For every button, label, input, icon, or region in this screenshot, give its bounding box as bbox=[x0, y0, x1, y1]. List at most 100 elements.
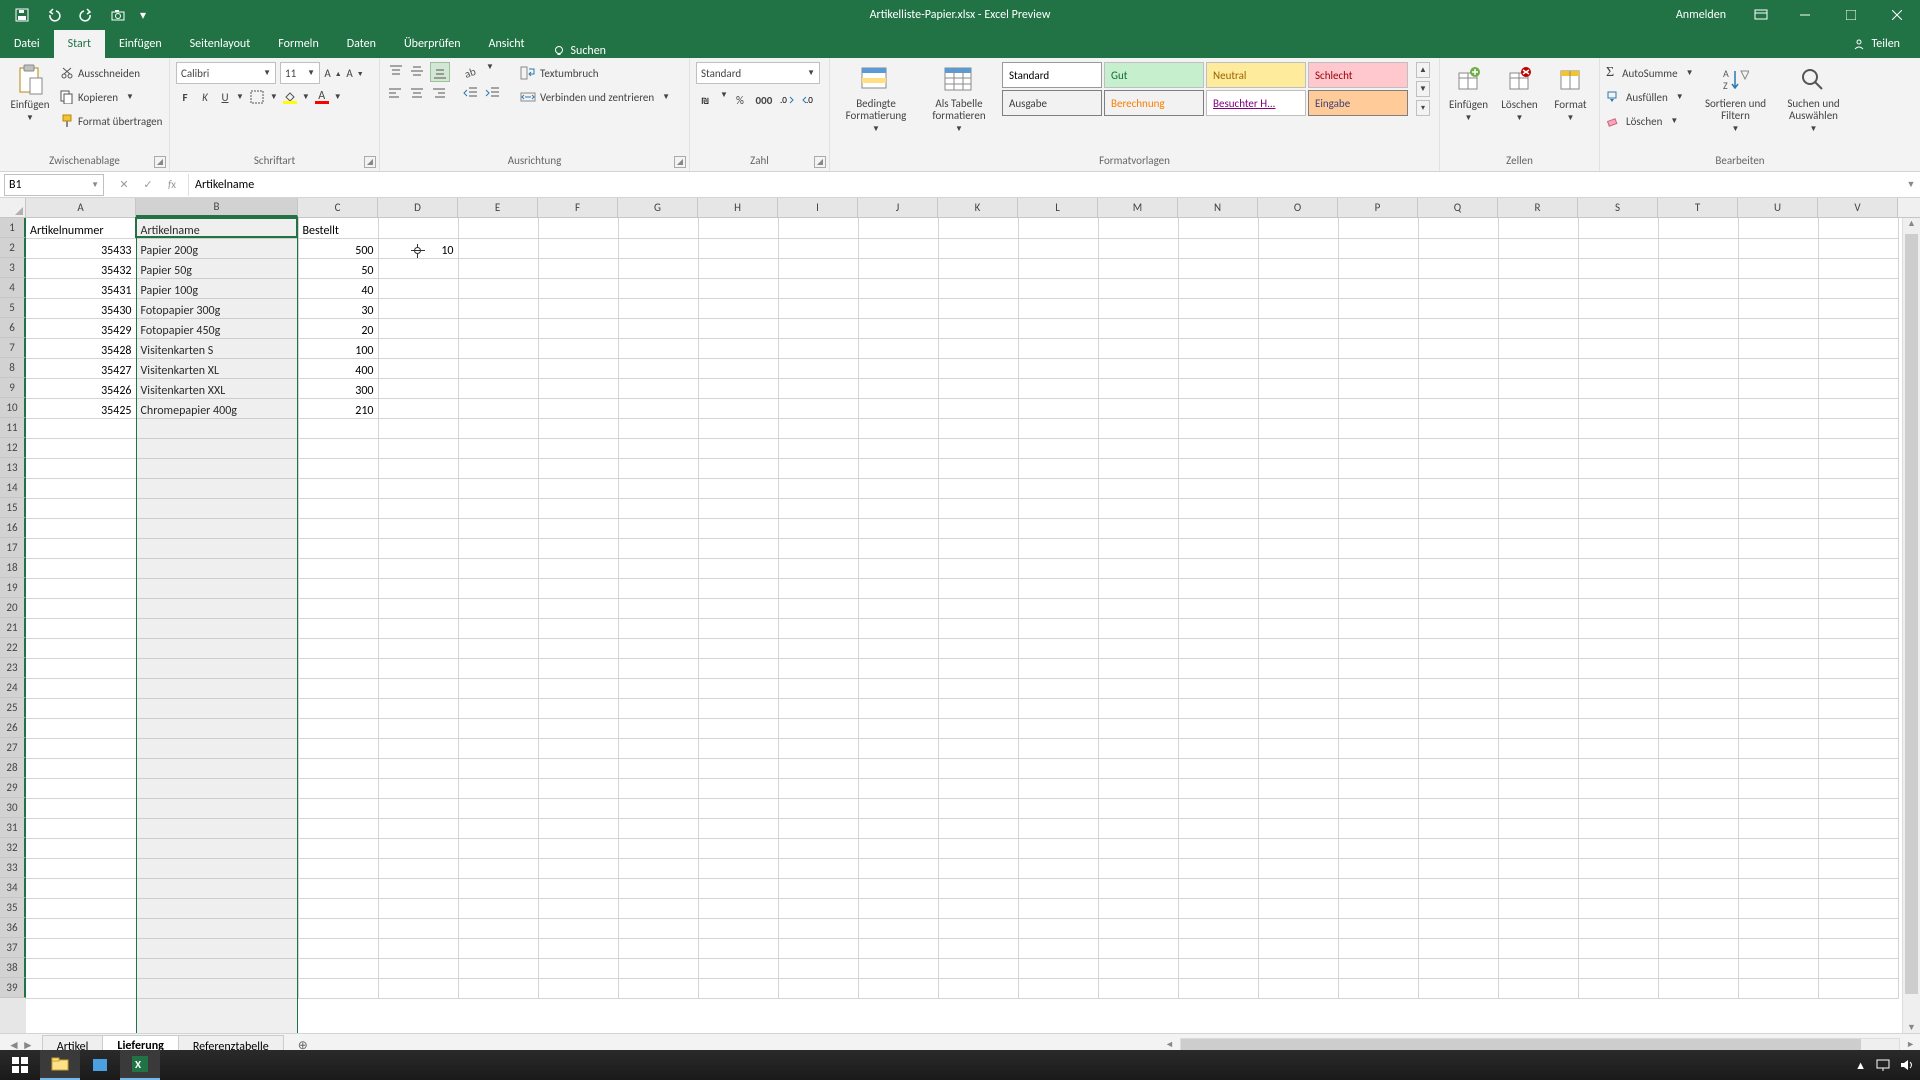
cell[interactable] bbox=[1418, 798, 1498, 818]
cell[interactable] bbox=[1178, 438, 1258, 458]
cell[interactable] bbox=[298, 618, 378, 638]
cell[interactable] bbox=[1098, 658, 1178, 678]
cell[interactable] bbox=[698, 478, 778, 498]
cell[interactable] bbox=[1498, 758, 1578, 778]
cell[interactable] bbox=[1098, 418, 1178, 438]
cell[interactable] bbox=[938, 738, 1018, 758]
cell[interactable] bbox=[1418, 438, 1498, 458]
cell[interactable] bbox=[858, 218, 938, 238]
conditional-formatting-button[interactable]: Bedingte Formatierung▼ bbox=[836, 62, 916, 136]
cell-style-option[interactable]: Eingabe bbox=[1308, 90, 1408, 116]
cell[interactable] bbox=[378, 938, 458, 958]
cell[interactable] bbox=[778, 478, 858, 498]
cell[interactable] bbox=[1338, 818, 1418, 838]
cell[interactable] bbox=[1498, 278, 1578, 298]
cell[interactable] bbox=[298, 738, 378, 758]
cell[interactable] bbox=[136, 618, 298, 638]
wrap-text-button[interactable]: Textumbruch bbox=[520, 62, 670, 84]
cell[interactable] bbox=[378, 258, 458, 278]
cell[interactable] bbox=[378, 538, 458, 558]
cell[interactable] bbox=[858, 598, 938, 618]
row-header[interactable]: 28 bbox=[0, 758, 26, 778]
cell[interactable] bbox=[1738, 538, 1818, 558]
cell[interactable] bbox=[1098, 398, 1178, 418]
cell[interactable] bbox=[778, 438, 858, 458]
cell[interactable] bbox=[778, 898, 858, 918]
cell[interactable] bbox=[298, 658, 378, 678]
fill-button[interactable]: Ausfüllen▼ bbox=[1606, 86, 1693, 108]
cell[interactable] bbox=[1498, 778, 1578, 798]
cell[interactable] bbox=[378, 658, 458, 678]
cell[interactable] bbox=[1578, 878, 1658, 898]
cell[interactable] bbox=[938, 598, 1018, 618]
row-header[interactable]: 34 bbox=[0, 878, 26, 898]
cell[interactable] bbox=[1418, 778, 1498, 798]
cell[interactable] bbox=[298, 678, 378, 698]
cell[interactable] bbox=[1498, 558, 1578, 578]
cell[interactable] bbox=[1258, 398, 1338, 418]
row-header[interactable]: 23 bbox=[0, 658, 26, 678]
cell[interactable] bbox=[378, 398, 458, 418]
cell[interactable] bbox=[618, 878, 698, 898]
cell[interactable] bbox=[858, 398, 938, 418]
cell[interactable] bbox=[1578, 978, 1658, 998]
row-header[interactable]: 19 bbox=[0, 578, 26, 598]
cell[interactable] bbox=[298, 758, 378, 778]
cell[interactable] bbox=[538, 698, 618, 718]
cell[interactable] bbox=[1578, 338, 1658, 358]
cell[interactable] bbox=[1178, 758, 1258, 778]
cell[interactable] bbox=[1578, 318, 1658, 338]
row-header[interactable]: 22 bbox=[0, 638, 26, 658]
comma-button[interactable]: 000 bbox=[752, 90, 776, 110]
cell[interactable]: 35430 bbox=[26, 298, 136, 318]
cell[interactable] bbox=[1178, 598, 1258, 618]
cell[interactable]: Chromepapier 400g bbox=[136, 398, 298, 418]
cell[interactable] bbox=[1018, 558, 1098, 578]
taskbar-app[interactable] bbox=[80, 1050, 120, 1080]
cut-button[interactable]: Ausschneiden bbox=[60, 62, 162, 84]
cell[interactable] bbox=[298, 818, 378, 838]
cell[interactable] bbox=[26, 478, 136, 498]
cell[interactable] bbox=[136, 838, 298, 858]
cell[interactable] bbox=[1578, 478, 1658, 498]
cell[interactable] bbox=[1498, 478, 1578, 498]
cell[interactable] bbox=[538, 538, 618, 558]
cell[interactable] bbox=[1658, 458, 1738, 478]
cell[interactable] bbox=[938, 498, 1018, 518]
align-right-button[interactable] bbox=[430, 84, 450, 104]
cell[interactable] bbox=[698, 958, 778, 978]
cell[interactable] bbox=[858, 698, 938, 718]
cell[interactable] bbox=[1418, 358, 1498, 378]
cell[interactable] bbox=[858, 838, 938, 858]
cell[interactable] bbox=[1338, 498, 1418, 518]
cell[interactable] bbox=[1658, 398, 1738, 418]
select-all-corner[interactable] bbox=[0, 198, 26, 217]
cell[interactable] bbox=[1738, 558, 1818, 578]
cell[interactable] bbox=[1258, 318, 1338, 338]
cell[interactable] bbox=[1178, 958, 1258, 978]
cell[interactable] bbox=[1178, 478, 1258, 498]
cell[interactable] bbox=[1258, 478, 1338, 498]
tab-seitenlayout[interactable]: Seitenlayout bbox=[176, 30, 265, 58]
cell[interactable] bbox=[1178, 378, 1258, 398]
cell[interactable]: 10 bbox=[378, 238, 458, 258]
cell[interactable] bbox=[938, 698, 1018, 718]
cell[interactable] bbox=[458, 518, 538, 538]
cell[interactable] bbox=[1658, 478, 1738, 498]
column-header[interactable]: T bbox=[1658, 198, 1738, 217]
cell[interactable] bbox=[458, 238, 538, 258]
cell[interactable] bbox=[1258, 578, 1338, 598]
cell[interactable] bbox=[538, 258, 618, 278]
number-dialog-launcher[interactable]: ◢ bbox=[814, 156, 826, 168]
cell[interactable] bbox=[778, 938, 858, 958]
cell[interactable] bbox=[858, 778, 938, 798]
cell[interactable] bbox=[1098, 578, 1178, 598]
cell[interactable] bbox=[778, 818, 858, 838]
cell[interactable] bbox=[1578, 898, 1658, 918]
cell[interactable] bbox=[618, 618, 698, 638]
cell[interactable] bbox=[778, 278, 858, 298]
cell[interactable] bbox=[378, 458, 458, 478]
cell[interactable] bbox=[1738, 798, 1818, 818]
cell[interactable] bbox=[1818, 678, 1898, 698]
cell[interactable] bbox=[298, 518, 378, 538]
